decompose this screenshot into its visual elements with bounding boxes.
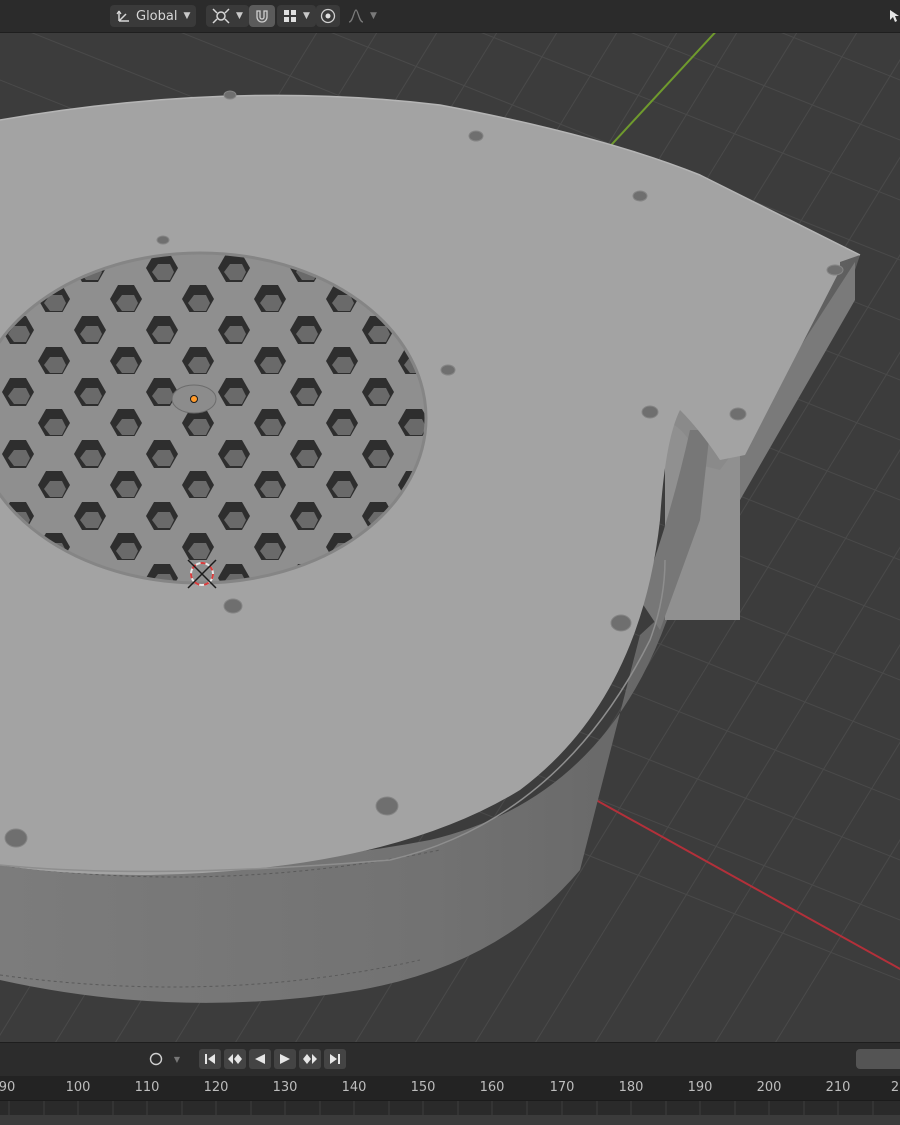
ruler-tick-label: 140: [341, 1080, 367, 1095]
pivot-point-button[interactable]: ▼: [206, 5, 249, 27]
snapping-group: ▼: [249, 4, 316, 28]
pivot-point-icon: [212, 8, 230, 24]
3d-viewport[interactable]: [0, 33, 900, 1042]
ruler-tick-label: 130: [272, 1080, 298, 1095]
chevron-down-icon: ▼: [370, 11, 377, 21]
proportional-edit-group: ▼: [316, 4, 383, 28]
chevron-down-icon: ▼: [173, 1054, 181, 1064]
viewport-header: Global ▼ ▼ ▼ ▼: [0, 0, 900, 33]
snap-increment-icon: [283, 9, 297, 23]
next-keyframe-button[interactable]: [299, 1049, 321, 1069]
ruler-tick-label: 180: [618, 1080, 644, 1095]
jump-end-button[interactable]: [324, 1049, 346, 1069]
status-strip: [0, 1115, 900, 1125]
x-axis-line: [577, 789, 900, 971]
keying-dropdown[interactable]: ▼: [170, 1049, 184, 1069]
prev-keyframe-button[interactable]: [224, 1049, 246, 1069]
proportional-edit-icon: [320, 8, 336, 24]
play-reverse-icon: [254, 1053, 266, 1065]
falloff-curve-icon: [348, 9, 364, 23]
prev-keyframe-icon: [227, 1053, 243, 1065]
play-reverse-button[interactable]: [249, 1049, 271, 1069]
timeline-track-area[interactable]: [0, 1100, 900, 1116]
ruler-tick-label: 100: [65, 1080, 91, 1095]
ruler-tick-label: 120: [203, 1080, 229, 1095]
ruler-tick-label: 90: [0, 1080, 16, 1095]
transform-orientation-label: Global: [136, 8, 178, 24]
jump-start-button[interactable]: [199, 1049, 221, 1069]
timeline-ruler[interactable]: 90 100 110 120 130 140 150 160 170 180 1…: [0, 1076, 900, 1100]
ruler-tick-label: 2: [890, 1080, 900, 1095]
origin-dot[interactable]: [190, 395, 198, 403]
viewport-gizmo-button[interactable]: [884, 5, 900, 27]
pivot-point-dropdown[interactable]: ▼: [206, 4, 249, 28]
ruler-tick-label: 190: [687, 1080, 713, 1095]
timeline-header: ▼: [0, 1042, 900, 1077]
snap-target-dropdown[interactable]: ▼: [277, 5, 316, 27]
snap-toggle-button[interactable]: [249, 5, 275, 27]
chevron-down-icon: ▼: [303, 11, 310, 21]
play-button[interactable]: [274, 1049, 296, 1069]
ruler-tick-label: 150: [410, 1080, 436, 1095]
play-icon: [279, 1053, 291, 1065]
keying-icon: [149, 1052, 163, 1066]
current-frame-field[interactable]: 2: [856, 1049, 900, 1069]
jump-start-icon: [204, 1053, 216, 1065]
ruler-tick-label: 200: [756, 1080, 782, 1095]
ruler-tick-label: 160: [479, 1080, 505, 1095]
chevron-down-icon: ▼: [236, 11, 243, 21]
transform-orientation-icon: [116, 8, 132, 24]
honeycomb-intake-grille: [0, 251, 428, 585]
ruler-tick-marks: [8, 1101, 874, 1116]
viewport-gizmo-icon: [886, 8, 900, 24]
transform-orientation-button[interactable]: Global ▼: [110, 5, 197, 27]
falloff-dropdown[interactable]: ▼: [342, 5, 383, 27]
keying-button[interactable]: [145, 1049, 167, 1069]
playback-controls: ▼: [145, 1049, 346, 1069]
jump-end-icon: [329, 1053, 341, 1065]
viewport-canvas: [0, 33, 900, 1042]
magnet-snap-icon: [254, 8, 270, 24]
ruler-tick-label: 110: [134, 1080, 160, 1095]
next-keyframe-icon: [302, 1053, 318, 1065]
overlay-group: [884, 4, 900, 28]
ruler-tick-label: 170: [549, 1080, 575, 1095]
ruler-tick-label: 210: [825, 1080, 851, 1095]
chevron-down-icon: ▼: [183, 11, 191, 21]
proportional-edit-button[interactable]: [316, 5, 340, 27]
transform-orientation-dropdown[interactable]: Global ▼: [110, 4, 197, 28]
